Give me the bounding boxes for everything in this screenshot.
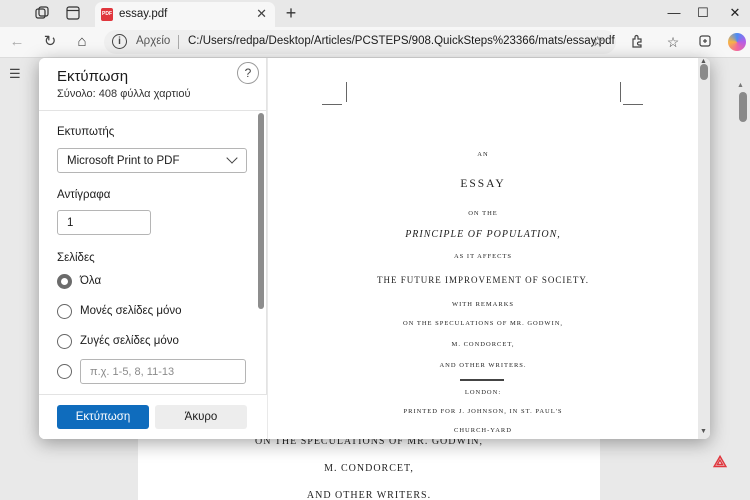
crop-mark (346, 82, 347, 102)
title-line-godwin: ON THE SPECULATIONS OF MR. GODWIN, (402, 320, 564, 327)
crop-mark (623, 104, 643, 105)
close-tab-icon[interactable]: ✕ (256, 6, 267, 22)
title-line-condorcet: M. CONDORCET, (451, 341, 515, 348)
tab-essay-pdf[interactable]: PDF essay.pdf ✕ (95, 2, 275, 27)
title-line-printed: PRINTED FOR J. JOHNSON, IN ST. PAUL'S (403, 408, 563, 415)
copilot-icon[interactable] (728, 33, 746, 51)
radio-all-pages-label[interactable]: Όλα (80, 275, 101, 287)
home-button[interactable]: ⌂ (73, 34, 91, 50)
source-label: Αρχείο (136, 35, 171, 47)
help-button[interactable]: ? (237, 62, 259, 84)
pdf-file-icon: PDF (101, 8, 113, 21)
address-bar[interactable]: i Αρχείο C:/Users/redpa/Desktop/Articles… (104, 30, 616, 54)
workspaces-icon[interactable] (34, 5, 50, 21)
dialog-title: Εκτύπωση (57, 68, 129, 85)
tab-title: essay.pdf (119, 8, 168, 20)
chevron-down-icon (226, 152, 238, 164)
refresh-button[interactable]: ↻ (41, 34, 59, 50)
preview-page: AN ESSAY ON THE PRINCIPLE OF POPULATION,… (268, 58, 698, 439)
collections-icon[interactable] (696, 34, 714, 51)
preview-scroll-down-icon[interactable]: ▼ (700, 428, 707, 435)
title-line-writers: AND OTHER WRITERS. (439, 362, 527, 369)
contents-menu-icon[interactable]: ☰ (9, 66, 21, 82)
title-rule (460, 379, 504, 381)
print-button[interactable]: Εκτύπωση (57, 405, 149, 429)
back-button[interactable]: ← (8, 34, 26, 50)
copies-value: 1 (67, 217, 74, 229)
acrobat-icon[interactable]: ⟁ (711, 454, 729, 472)
title-line-churchyard: CHURCH-YARD (454, 427, 512, 434)
crop-mark (620, 82, 621, 102)
tab-actions-icon[interactable] (65, 5, 81, 21)
pages-label: Σελίδες (57, 252, 95, 264)
header-divider (39, 110, 267, 111)
sheet-count: Σύνολο: 408 φύλλα χαρτιού (57, 88, 191, 100)
favorites-icon[interactable]: ☆ (664, 34, 682, 50)
printer-value: Microsoft Print to PDF (67, 155, 180, 167)
radio-all-pages[interactable] (57, 274, 72, 289)
printer-label: Εκτυπωτής (57, 126, 115, 138)
dialog-footer: Εκτύπωση Άκυρο (39, 394, 267, 439)
background-page-line: AND OTHER WRITERS. (306, 490, 432, 500)
radio-even-pages-label[interactable]: Ζυγές σελίδες μόνο (80, 335, 179, 347)
title-line-principle: PRINCIPLE OF POPULATION, (405, 229, 561, 240)
copies-input[interactable]: 1 (57, 210, 151, 235)
crop-mark (322, 104, 342, 105)
title-line-affects: AS IT AFFECTS (453, 253, 513, 260)
settings-scrollbar[interactable] (258, 113, 264, 309)
print-preview: AN ESSAY ON THE PRINCIPLE OF POPULATION,… (267, 58, 710, 439)
print-settings-panel: Εκτύπωση Σύνολο: 408 φύλλα χαρτιού ? Εκτ… (39, 58, 267, 439)
viewer-scrollbar[interactable] (739, 92, 747, 122)
radio-odd-pages-label[interactable]: Μονές σελίδες μόνο (80, 305, 182, 317)
page-range-placeholder: π.χ. 1-5, 8, 11-13 (90, 366, 175, 378)
close-window-button[interactable]: ✕ (720, 2, 750, 24)
cancel-button[interactable]: Άκυρο (155, 405, 247, 429)
copies-label: Αντίγραφα (57, 189, 111, 201)
address-toolbar: ← ↻ ⌂ i Αρχείο C:/Users/redpa/Desktop/Ar… (0, 27, 750, 58)
minimize-button[interactable]: — (659, 2, 689, 24)
favorite-star-icon[interactable]: ☆ (591, 33, 604, 50)
title-line-essay: ESSAY (460, 178, 506, 190)
url-text[interactable]: C:/Users/redpa/Desktop/Articles/PCSTEPS/… (188, 35, 615, 47)
tab-strip: PDF essay.pdf ✕ + — ☐ ✕ (0, 0, 750, 27)
radio-odd-pages[interactable] (57, 304, 72, 319)
extensions-icon[interactable] (628, 34, 646, 51)
print-dialog: Εκτύπωση Σύνολο: 408 φύλλα χαρτιού ? Εκτ… (39, 58, 710, 439)
preview-scrollbar[interactable] (700, 64, 708, 80)
viewer-scroll-up-icon[interactable]: ▲ (737, 82, 744, 89)
title-line-future: THE FUTURE IMPROVEMENT OF SOCIETY. (377, 275, 589, 285)
maximize-button[interactable]: ☐ (688, 2, 718, 24)
new-tab-button[interactable]: + (282, 3, 300, 24)
title-line-an: AN (477, 151, 489, 158)
title-line-on-the: ON THE (468, 210, 498, 217)
radio-even-pages[interactable] (57, 334, 72, 349)
address-separator (178, 35, 179, 49)
site-info-icon[interactable]: i (112, 34, 127, 49)
title-line-london: LONDON: (464, 389, 502, 396)
page-range-input[interactable]: π.χ. 1-5, 8, 11-13 (80, 359, 246, 384)
background-page-line: M. CONDORCET, (324, 463, 414, 474)
radio-custom-range[interactable] (57, 364, 72, 379)
title-line-remarks: WITH REMARKS (451, 301, 514, 308)
printer-select[interactable]: Microsoft Print to PDF (57, 148, 247, 173)
